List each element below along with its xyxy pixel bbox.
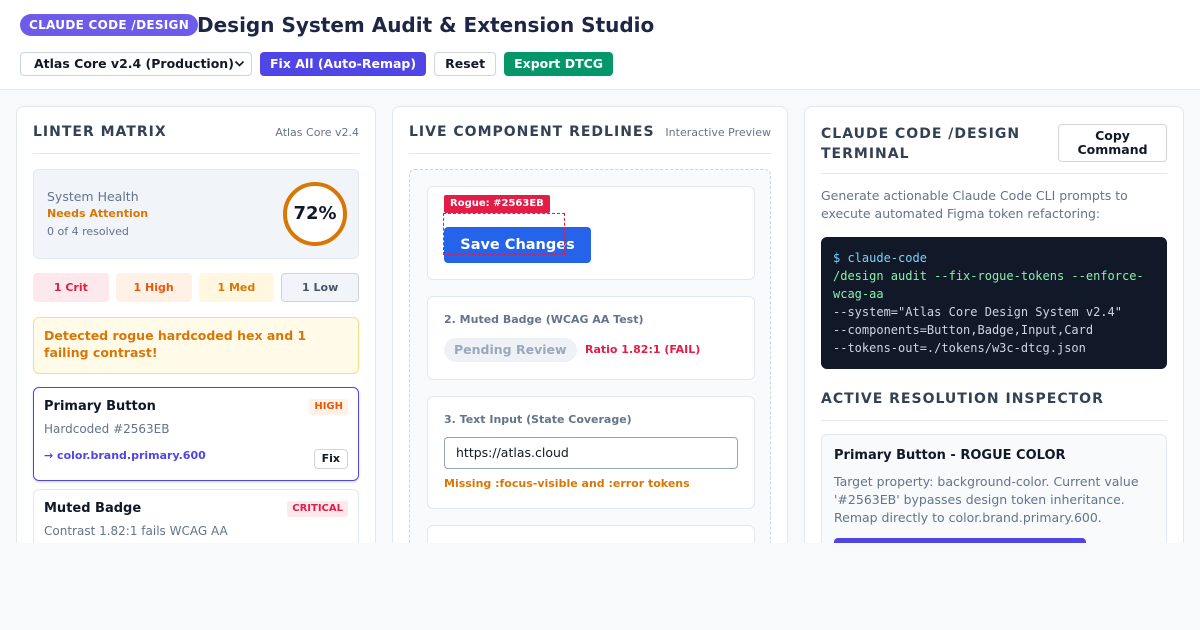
terminal-command-line: /design audit --fix-rogue-tokens --enfor… [833, 269, 1144, 283]
terminal-arg-line: --components=Button,Badge,Input,Card [833, 323, 1094, 337]
page-title: Design System Audit & Extension Studio [197, 13, 655, 37]
filter-low[interactable]: 1 Low [281, 273, 359, 302]
issue-name: Muted Badge [44, 501, 142, 516]
issue-name: Primary Button [44, 399, 156, 414]
terminal-title: CLAUDE CODE /DESIGN TERMINAL [821, 126, 1021, 162]
resolved-count: 0 of 4 resolved [47, 225, 129, 238]
toolbar: Atlas Core v2.4 (Production) Fix All (Au… [20, 52, 614, 76]
inspector-issue-name: Primary Button - ROGUE COLOR [834, 448, 1066, 463]
system-health-label: System Health [47, 189, 139, 204]
inspector-title: ACTIVE RESOLUTION INSPECTOR [821, 391, 1167, 421]
severity-badge: HIGH [309, 399, 348, 415]
contrast-ratio: Ratio 1.82:1 (FAIL) [585, 343, 701, 356]
rogue-color-outline [443, 213, 565, 255]
chevron-down-icon [234, 53, 245, 83]
reset-button[interactable]: Reset [434, 52, 497, 76]
filter-high[interactable]: 1 High [115, 273, 192, 302]
inspector-description: Target property: background-color. Curre… [834, 474, 1139, 525]
linter-header: LINTER MATRIX Atlas Core v2.4 [33, 107, 359, 154]
severity-filters: 1 Crit 1 High 1 Med 1 Low [33, 273, 359, 302]
input-preview-card: 3. Text Input (State Coverage) https://a… [427, 396, 755, 509]
issue-primary-button[interactable]: Primary Button HIGH Hardcoded #2563EB → … [33, 387, 359, 481]
issue-description: Contrast 1.82:1 fails WCAG AA [44, 524, 228, 538]
badge-preview-card: 2. Muted Badge (WCAG AA Test) Pending Re… [427, 296, 755, 380]
system-health-status: Needs Attention [47, 207, 149, 220]
page-background [0, 543, 1200, 630]
url-input[interactable]: https://atlas.cloud [444, 437, 738, 469]
copy-command-button[interactable]: Copy Command [1058, 124, 1167, 162]
badge-card-label: 2. Muted Badge (WCAG AA Test) [444, 313, 644, 326]
missing-states-warning: Missing :focus-visible and :error tokens [444, 477, 690, 490]
terminal-arg-line: --system="Atlas Core Design System v2.4" [833, 305, 1122, 319]
terminal-arg-line: --tokens-out=./tokens/w3c-dtcg.json [833, 341, 1086, 355]
system-health-card: System Health Needs Attention 0 of 4 res… [33, 169, 359, 259]
live-redlines-panel: LIVE COMPONENT REDLINES Interactive Prev… [392, 106, 788, 566]
filter-medium[interactable]: 1 Med [198, 273, 275, 302]
design-system-select-value: Atlas Core v2.4 (Production) [34, 56, 234, 71]
issue-description: Hardcoded #2563EB [44, 422, 170, 436]
brand-pill: CLAUDE CODE /DESIGN [20, 14, 199, 36]
filter-critical[interactable]: 1 Crit [33, 273, 109, 302]
button-preview-card: Save Changes Rogue: #2563EB [427, 186, 755, 280]
terminal-header: CLAUDE CODE /DESIGN TERMINAL Copy Comman… [821, 107, 1167, 174]
terminal-panel: CLAUDE CODE /DESIGN TERMINAL Copy Comman… [804, 106, 1184, 566]
redlines-header: LIVE COMPONENT REDLINES Interactive Prev… [409, 107, 771, 154]
rogue-color-tag: Rogue: #2563EB [444, 195, 550, 213]
export-dtcg-button[interactable]: Export DTCG [504, 52, 614, 76]
redlines-subtitle: Interactive Preview [665, 126, 771, 139]
terminal-description: Generate actionable Claude Code CLI prom… [821, 188, 1128, 221]
token-remap: → color.brand.primary.600 [44, 449, 206, 462]
alert-banner: Detected rogue hardcoded hex and 1 faili… [33, 317, 359, 374]
severity-badge: CRITICAL [287, 501, 348, 517]
fix-button[interactable]: Fix [313, 449, 348, 469]
pending-review-badge: Pending Review [444, 338, 577, 362]
linter-title: LINTER MATRIX [33, 124, 167, 140]
terminal-output: $ claude-code /design audit --fix-rogue-… [821, 237, 1167, 369]
health-score-ring: 72% [283, 182, 347, 246]
input-card-label: 3. Text Input (State Coverage) [444, 413, 632, 426]
fix-all-button[interactable]: Fix All (Auto-Remap) [260, 52, 427, 76]
linter-subtitle: Atlas Core v2.4 [275, 126, 359, 139]
linter-matrix-panel: LINTER MATRIX Atlas Core v2.4 System Hea… [16, 106, 376, 566]
terminal-command-line: wcag-aa [833, 287, 884, 301]
redlines-title: LIVE COMPONENT REDLINES [409, 124, 655, 140]
preview-canvas: Save Changes Rogue: #2563EB 2. Muted Bad… [409, 169, 771, 565]
design-system-select[interactable]: Atlas Core v2.4 (Production) [20, 52, 252, 76]
terminal-prompt-line: $ claude-code [833, 251, 927, 265]
top-bar: CLAUDE CODE /DESIGN Design System Audit … [0, 0, 1200, 90]
